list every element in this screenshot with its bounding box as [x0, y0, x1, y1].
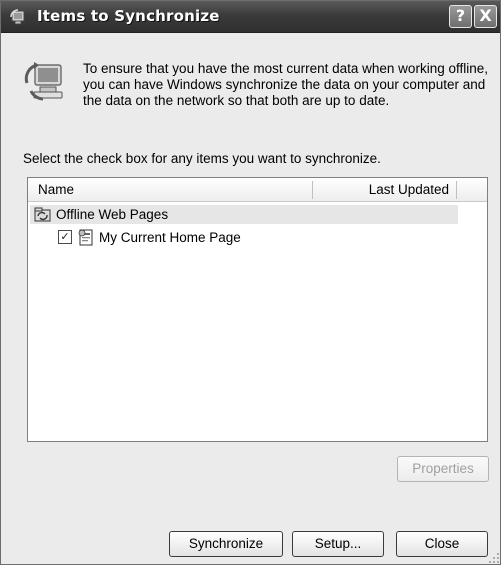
item-checkbox[interactable]: ✓ [58, 230, 72, 244]
help-icon: ? [455, 6, 466, 25]
resize-grip-icon[interactable] [488, 552, 500, 564]
item-label: My Current Home Page [99, 230, 241, 245]
web-page-icon [77, 228, 95, 246]
close-window-button[interactable]: X [474, 5, 497, 28]
setup-button[interactable]: Setup... [292, 531, 384, 557]
group-row-offline-web-pages[interactable]: Offline Web Pages [30, 205, 458, 224]
list-item[interactable]: ✓ My Current Home Page [30, 227, 458, 247]
sync-icon [9, 8, 27, 26]
sync-computer-icon [23, 59, 67, 103]
close-icon: X [479, 6, 492, 25]
help-button[interactable]: ? [449, 5, 472, 28]
info-text: To ensure that you have the most current… [83, 61, 488, 108]
list-header: Name Last Updated [28, 178, 487, 202]
offline-web-pages-icon [34, 207, 51, 222]
sync-items-list[interactable]: Name Last Updated Offline Web Pages ✓ My… [27, 177, 488, 442]
instruction-text: Select the check box for any items you w… [23, 151, 381, 166]
title-bar[interactable]: Items to Synchronize ? X [1, 1, 500, 33]
group-label: Offline Web Pages [56, 207, 169, 222]
close-button[interactable]: Close [396, 531, 488, 557]
column-divider[interactable] [456, 181, 457, 199]
column-header-last-updated[interactable]: Last Updated [321, 182, 449, 197]
column-header-name[interactable]: Name [38, 182, 74, 197]
items-to-synchronize-dialog: Items to Synchronize ? X To ensure that … [0, 0, 501, 565]
window-title: Items to Synchronize [37, 7, 220, 25]
properties-button[interactable]: Properties [397, 456, 489, 482]
column-divider[interactable] [312, 181, 313, 199]
synchronize-button[interactable]: Synchronize [169, 531, 283, 557]
